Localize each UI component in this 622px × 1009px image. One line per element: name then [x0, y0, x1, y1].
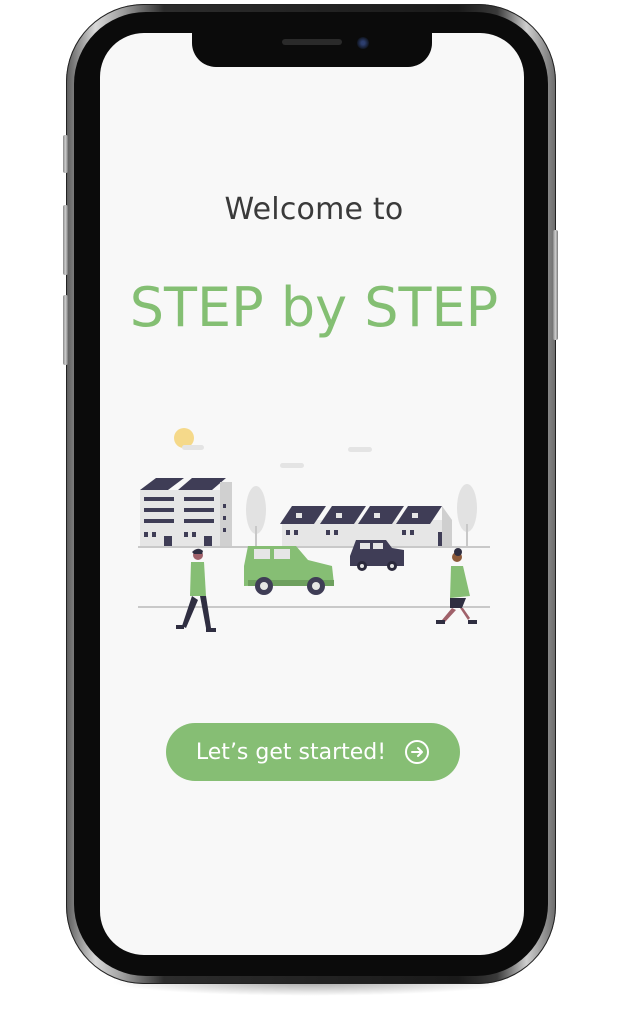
get-started-button[interactable]: Let’s get started! — [166, 723, 460, 781]
volume-up-button — [63, 205, 68, 275]
green-car — [244, 546, 334, 595]
street-illustration — [138, 428, 490, 632]
cloud — [348, 447, 372, 452]
speaker — [282, 39, 342, 45]
arrow-right-circle-icon — [405, 740, 430, 764]
walking-man — [176, 548, 216, 632]
road-top-line — [138, 546, 490, 548]
silent-switch — [63, 135, 68, 173]
apartment-building — [140, 478, 232, 546]
volume-down-button — [63, 295, 68, 365]
tree — [246, 486, 266, 546]
power-button — [553, 230, 558, 340]
cloud — [182, 445, 204, 450]
welcome-text: Welcome to — [224, 192, 404, 227]
tree — [457, 484, 477, 546]
cloud — [280, 463, 304, 468]
walking-woman — [436, 548, 477, 624]
device-mockup: Welcome to STEP by STEP Let’s get starte… — [0, 0, 622, 1009]
front-camera — [357, 37, 369, 49]
get-started-label: Let’s get started! — [195, 739, 387, 765]
app-title: STEP by STEP — [129, 276, 499, 339]
